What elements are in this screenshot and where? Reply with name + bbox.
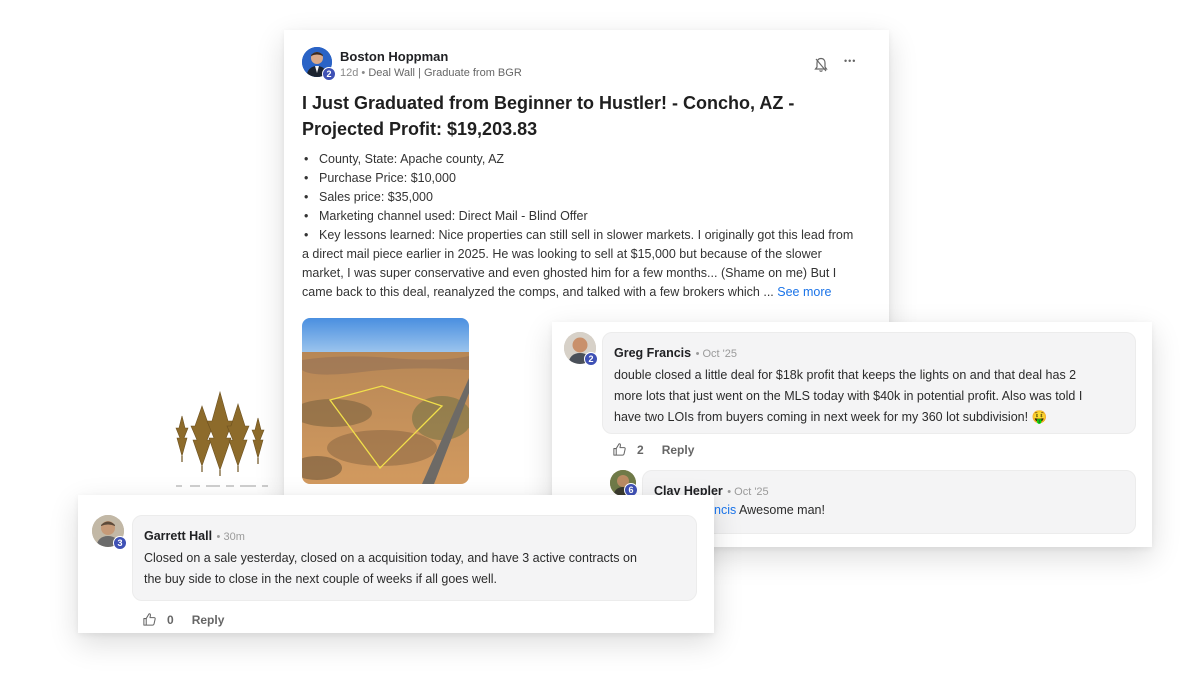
mention-link[interactable]: ncis — [714, 503, 736, 517]
like-count: 0 — [167, 612, 174, 627]
comment-line: Closed on a sale yesterday, closed on a … — [144, 551, 637, 565]
reply-button[interactable]: Reply — [662, 443, 695, 457]
body-line: market, I was super conservative and eve… — [302, 266, 837, 280]
comment-line: double closed a little deal for $18k pro… — [614, 368, 1077, 382]
bell-icon[interactable] — [814, 57, 828, 73]
comment-line: have two LOIs from buyers coming in next… — [614, 410, 1048, 424]
body-line: came back to this deal, reanalyzed the c… — [302, 285, 774, 299]
pine-trees-logo — [175, 390, 268, 487]
level-badge: 2 — [584, 352, 598, 366]
bullet-item: Purchase Price: $10,000 — [302, 169, 877, 188]
comment-line: the buy side to close in the next couple… — [144, 572, 497, 586]
comment-bubble: Garrett Hall • 30m Closed on a sale yest… — [132, 515, 697, 601]
post-age: 12d — [340, 67, 359, 79]
comment-line: more lots that just went on the MLS toda… — [614, 389, 1083, 403]
bullet-item: County, State: Apache county, AZ — [302, 150, 877, 169]
comment-text: double closed a little deal for $18k pro… — [614, 365, 1129, 428]
comment-time: 30m — [223, 531, 245, 543]
bullet-item: Sales price: $35,000 — [302, 188, 877, 207]
post-category[interactable]: Deal Wall | Graduate from BGR — [368, 67, 521, 79]
comment-time: Oct '25 — [702, 348, 738, 360]
post-meta: 12d • Deal Wall | Graduate from BGR — [340, 67, 522, 79]
commenter-name[interactable]: Garrett Hall — [144, 529, 212, 543]
comment-text: Closed on a sale yesterday, closed on a … — [144, 548, 692, 590]
like-count: 2 — [637, 442, 644, 457]
bullet-item: Key lessons learned: Nice properties can… — [302, 226, 877, 245]
level-badge: 3 — [113, 536, 127, 550]
comment-actions: 2 Reply — [612, 442, 694, 457]
bullet-item: Marketing channel used: Direct Mail - Bl… — [302, 207, 877, 226]
more-options-icon[interactable]: ••• — [844, 57, 856, 66]
comment-actions: 0 Reply — [142, 612, 224, 627]
post-body: County, State: Apache county, AZ Purchas… — [302, 150, 877, 302]
body-line: a direct mail piece earlier in 2025. He … — [302, 247, 822, 261]
author-name[interactable]: Boston Hoppman — [340, 49, 448, 64]
thumbs-up-icon[interactable] — [612, 442, 627, 457]
thumbs-up-icon[interactable] — [142, 612, 157, 627]
see-more-link[interactable]: See more — [777, 285, 831, 299]
post-title: I Just Graduated from Beginner to Hustle… — [302, 93, 795, 139]
reply-text-body: Awesome man! — [739, 503, 825, 517]
reply-text: ncis Awesome man! — [714, 500, 825, 521]
comment-bubble: Greg Francis • Oct '25 double closed a l… — [602, 332, 1136, 434]
body-line-last: came back to this deal, reanalyzed the c… — [302, 283, 877, 302]
land-aerial-photo[interactable] — [302, 318, 469, 484]
commenter-name[interactable]: Greg Francis — [614, 346, 691, 360]
level-badge: 2 — [322, 67, 336, 81]
comment-card: 3 Garrett Hall • 30m Closed on a sale ye… — [78, 495, 714, 633]
reply-button[interactable]: Reply — [192, 613, 225, 627]
comment-time: Oct '25 — [734, 486, 769, 498]
